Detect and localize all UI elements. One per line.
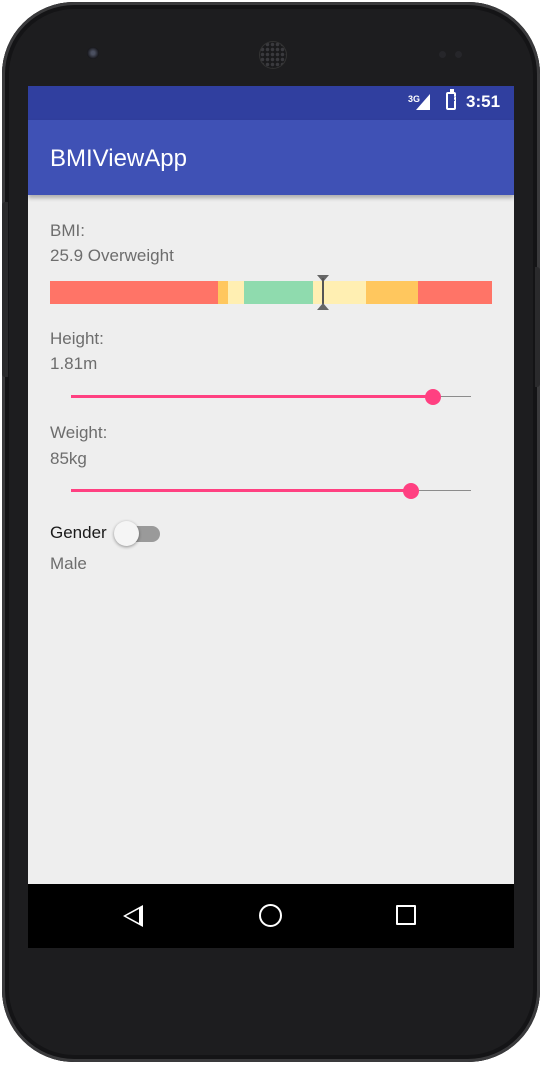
back-icon[interactable] xyxy=(123,905,143,927)
marker-bottom-arrow-icon xyxy=(317,303,329,310)
height-label: Height: xyxy=(50,329,104,348)
weight-slider[interactable] xyxy=(71,481,471,501)
weight-slider-fill xyxy=(71,489,411,492)
app-bar: BMIViewApp xyxy=(28,120,514,195)
front-camera-icon xyxy=(87,47,99,59)
gender-label: Gender xyxy=(50,523,107,542)
earpiece-speaker xyxy=(260,42,286,68)
light-sensor xyxy=(455,51,462,58)
bmi-scale-segment-obese xyxy=(366,281,418,304)
height-slider-thumb[interactable] xyxy=(425,389,441,405)
gender-value: Male xyxy=(50,554,87,573)
gender-switch[interactable] xyxy=(114,521,162,547)
status-bar: 3G ⚡ 3:51 xyxy=(28,86,514,120)
weight-value: 85kg xyxy=(50,449,87,468)
bmi-marker xyxy=(317,275,329,310)
proximity-sensor xyxy=(439,51,446,58)
app-title: BMIViewApp xyxy=(50,145,187,172)
volume-button xyxy=(2,202,8,377)
power-button xyxy=(535,267,540,387)
navigation-bar xyxy=(28,884,514,948)
weight-slider-thumb[interactable] xyxy=(403,483,419,499)
bmi-scale-segment-normal xyxy=(244,281,313,304)
status-time: 3:51 xyxy=(466,92,501,111)
home-icon[interactable] xyxy=(259,904,282,927)
bmi-scale-segment-severely-underweight xyxy=(50,281,218,304)
height-value: 1.81m xyxy=(50,354,98,373)
bmi-label: BMI: xyxy=(50,221,85,240)
bmi-scale-bar xyxy=(50,275,492,310)
bmi-scale-segment-slightly-underweight xyxy=(228,281,244,304)
weight-label: Weight: xyxy=(50,423,108,442)
bmi-scale-segment-severely-obese xyxy=(418,281,492,304)
charging-bolt-icon: ⚡ xyxy=(449,95,457,107)
height-slider[interactable] xyxy=(71,387,471,407)
bmi-value: 25.9 Overweight xyxy=(50,246,174,265)
gender-switch-knob[interactable] xyxy=(114,521,139,546)
app-screen: 3G ⚡ 3:51 BMIViewApp BMI: 25.9 Overweigh… xyxy=(28,86,514,948)
signal-icon xyxy=(416,94,430,110)
height-slider-fill xyxy=(71,395,433,398)
bmi-scale-segment-underweight xyxy=(218,281,228,304)
recent-apps-icon[interactable] xyxy=(396,905,416,925)
